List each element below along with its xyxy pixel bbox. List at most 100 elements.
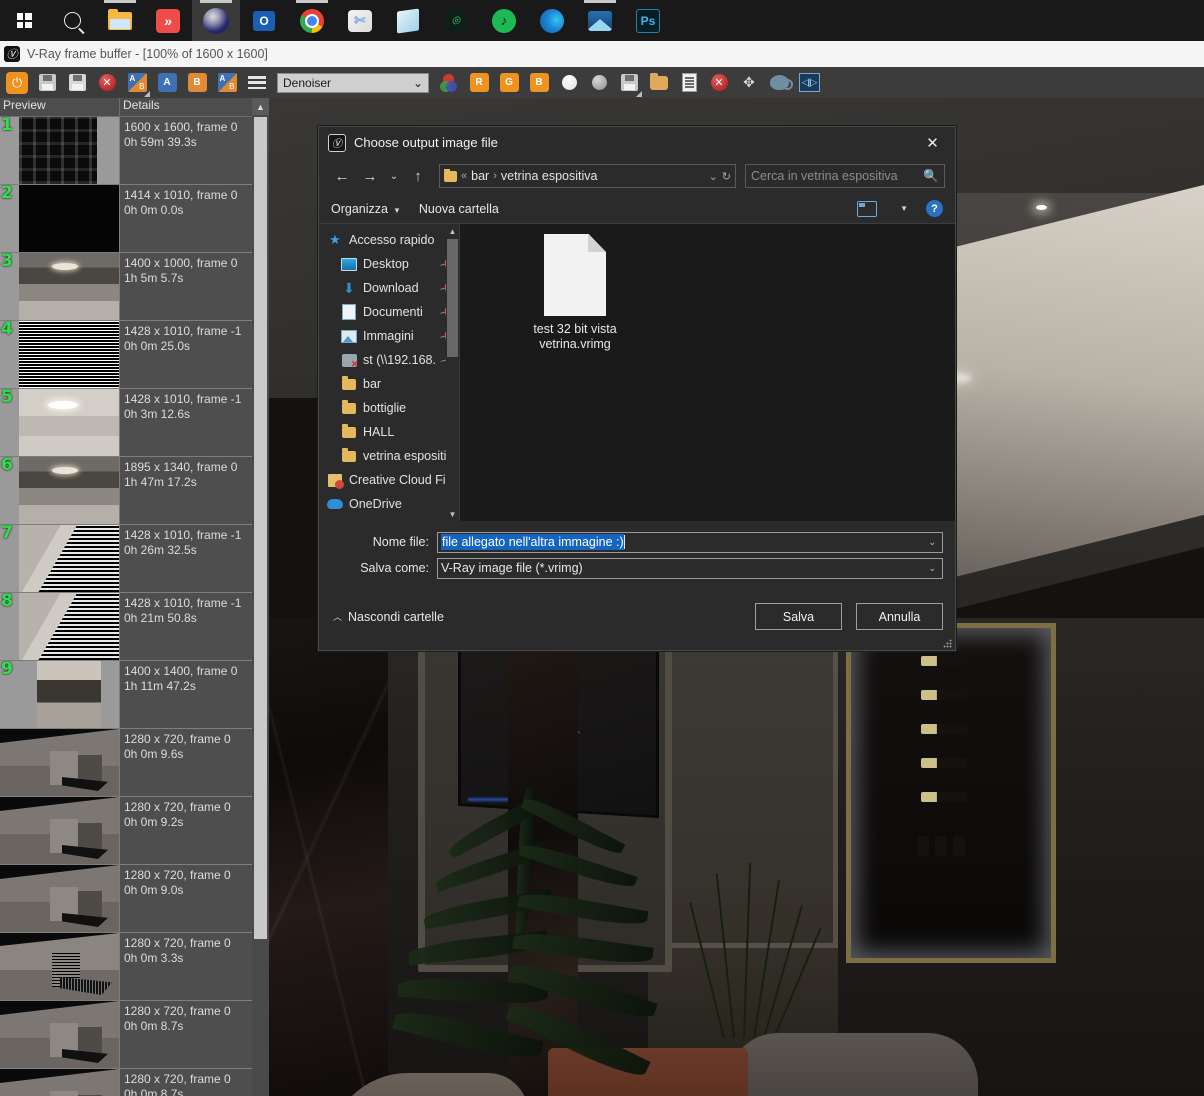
dialog-command-bar[interactable]: Organizza ▼ Nuova cartella ▼ ? xyxy=(319,194,955,223)
row-preview-thumbnail[interactable]: 3 xyxy=(0,253,120,320)
scroll-down-icon[interactable]: ▼ xyxy=(446,507,459,521)
row-preview-thumbnail[interactable] xyxy=(0,797,120,864)
tree-item-creative-cloud-fil[interactable]: Creative Cloud Fil xyxy=(319,468,459,492)
tree-item-accesso-rapido[interactable]: ★ Accesso rapido xyxy=(319,228,459,252)
chevron-down-icon[interactable]: ▼ xyxy=(900,204,908,213)
tree-item-documenti[interactable]: Documenti📌 xyxy=(319,300,459,324)
table-row[interactable]: 9 1400 x 1400, frame 0 1h 11m 47.2s xyxy=(0,661,252,729)
table-row[interactable]: 2 1414 x 1010, frame 0 0h 0m 0.0s xyxy=(0,185,252,253)
refresh-icon[interactable]: ↻ xyxy=(722,170,731,183)
vfb-alpha-white-button[interactable] xyxy=(556,70,582,96)
dialog-title-bar[interactable]: Ⓥ Choose output image file ✕ xyxy=(319,127,955,158)
list-item[interactable]: test 32 bit vista vetrina.vrimg xyxy=(520,234,630,352)
row-preview-thumbnail[interactable] xyxy=(0,729,120,796)
taskbar-cinema4d[interactable] xyxy=(192,0,240,41)
table-row[interactable]: 5 1428 x 1010, frame -1 0h 3m 12.6s xyxy=(0,389,252,457)
row-preview-thumbnail[interactable] xyxy=(0,1001,120,1068)
vfb-show-b-button[interactable]: B xyxy=(184,70,210,96)
tree-item-hall[interactable]: HALL xyxy=(319,420,459,444)
table-row[interactable]: 1280 x 720, frame 0 0h 0m 9.6s xyxy=(0,729,252,797)
vfb-green-channel-button[interactable]: G xyxy=(496,70,522,96)
taskbar-search[interactable] xyxy=(48,0,96,41)
table-row[interactable]: 1 1600 x 1600, frame 0 0h 59m 39.3s xyxy=(0,117,252,185)
hide-folders-toggle[interactable]: ︿ Nascondi cartelle xyxy=(333,610,444,624)
vfb-layer-select[interactable]: Denoiser ⌄ xyxy=(277,72,429,93)
row-preview-thumbnail[interactable]: 7 xyxy=(0,525,120,592)
vfb-save-raw-button[interactable] xyxy=(616,70,642,97)
taskbar-file-explorer[interactable] xyxy=(96,0,144,41)
vfb-render-log-button[interactable] xyxy=(676,70,702,96)
taskbar-anydesk[interactable]: » xyxy=(144,0,192,41)
row-preview-thumbnail[interactable] xyxy=(0,933,120,1000)
vfb-history-button[interactable]: ◁||▷ xyxy=(796,70,822,96)
row-preview-thumbnail[interactable]: 4 xyxy=(0,321,120,388)
tree-item-bottiglie[interactable]: bottiglie xyxy=(319,396,459,420)
tree-item-onedrive[interactable]: OneDrive xyxy=(319,492,459,516)
forward-icon[interactable]: → xyxy=(357,164,383,188)
help-icon[interactable]: ? xyxy=(926,200,943,217)
breadcrumb-item-vetrina[interactable]: vetrina espositiva xyxy=(501,169,598,183)
new-folder-button[interactable]: Nuova cartella xyxy=(419,202,499,216)
taskbar-photos[interactable] xyxy=(576,0,624,41)
taskbar-edge[interactable] xyxy=(528,0,576,41)
row-preview-thumbnail[interactable]: 6 xyxy=(0,457,120,524)
tree-item-desktop[interactable]: Desktop📌 xyxy=(319,252,459,276)
dialog-navigation-bar[interactable]: ← → ⌄ ↑ « bar › vetrina espositiva ⌄ ↻ C… xyxy=(319,158,955,194)
scrollbar-thumb[interactable] xyxy=(447,239,458,357)
vfb-menu-button[interactable] xyxy=(244,70,270,96)
vfb-show-a-button[interactable]: A xyxy=(154,70,180,96)
row-preview-thumbnail[interactable]: 8 xyxy=(0,593,120,660)
vfb-load-image-button[interactable] xyxy=(646,70,672,96)
table-row[interactable]: 7 1428 x 1010, frame -1 0h 26m 32.5s xyxy=(0,525,252,593)
vfb-blue-channel-button[interactable]: B xyxy=(526,70,552,96)
row-preview-thumbnail[interactable]: 1 xyxy=(0,117,120,184)
row-preview-thumbnail[interactable] xyxy=(0,865,120,932)
navigation-tree[interactable]: ★Accesso rapidoDesktop📌⬇Download📌Documen… xyxy=(319,224,459,521)
search-icon[interactable]: 🔍 xyxy=(923,169,939,184)
up-one-level-icon[interactable]: ↑ xyxy=(405,164,431,188)
choose-output-file-dialog[interactable]: Ⓥ Choose output image file ✕ ← → ⌄ ↑ « b… xyxy=(318,126,956,651)
tree-item-download[interactable]: ⬇Download📌 xyxy=(319,276,459,300)
filename-input[interactable]: file allegato nell'altra immagine :) ⌄ xyxy=(437,531,943,553)
savetype-select[interactable]: V-Ray image file (*.vrimg) ⌄ xyxy=(437,557,943,579)
windows-taskbar[interactable]: » O ◎ ♪ Ps xyxy=(0,0,1204,41)
organize-button[interactable]: Organizza ▼ xyxy=(331,202,401,216)
table-row[interactable]: 4 1428 x 1010, frame -1 0h 0m 25.0s xyxy=(0,321,252,389)
tree-item-vetrina-espositiv[interactable]: vetrina espositiv xyxy=(319,444,459,468)
resize-grip[interactable] xyxy=(943,639,952,648)
vfb-save-image-button[interactable] xyxy=(34,70,60,96)
vfb-history-list[interactable]: Preview Details 1 1600 x 1600, frame 0 0h … xyxy=(0,98,252,1096)
taskbar-chrome[interactable] xyxy=(288,0,336,41)
row-preview-thumbnail[interactable]: 9 xyxy=(0,661,120,728)
table-row[interactable]: 1280 x 720, frame 0 0h 0m 9.2s xyxy=(0,797,252,865)
vfb-alpha-grey-button[interactable] xyxy=(586,70,612,96)
tree-item-bar[interactable]: bar xyxy=(319,372,459,396)
table-row[interactable]: 8 1428 x 1010, frame -1 0h 21m 50.8s xyxy=(0,593,252,661)
address-breadcrumb-bar[interactable]: « bar › vetrina espositiva ⌄ ↻ xyxy=(439,164,736,188)
table-row[interactable]: 1280 x 720, frame 0 0h 0m 8.7s xyxy=(0,1069,252,1096)
vfb-rgb-channel-button[interactable] xyxy=(436,70,462,96)
taskbar-outlook[interactable]: O xyxy=(240,0,288,41)
row-preview-thumbnail[interactable]: 5 xyxy=(0,389,120,456)
cancel-button[interactable]: Annulla xyxy=(856,603,943,630)
breadcrumb-item-bar[interactable]: bar xyxy=(471,169,489,183)
vfb-save-all-button[interactable] xyxy=(64,70,90,96)
row-preview-thumbnail[interactable] xyxy=(0,1069,120,1096)
tree-scrollbar[interactable]: ▲ ▼ xyxy=(446,224,459,521)
chevron-down-icon[interactable]: ⌄ xyxy=(928,563,939,574)
search-input[interactable]: Cerca in vetrina espositiva 🔍 xyxy=(745,164,945,188)
table-row[interactable]: 3 1400 x 1000, frame 0 1h 5m 5.7s xyxy=(0,253,252,321)
vfb-history-rows[interactable]: 1 1600 x 1600, frame 0 0h 59m 39.3s 2 1414 x… xyxy=(0,117,252,1096)
start-button[interactable] xyxy=(0,0,48,41)
taskbar-onenote[interactable] xyxy=(384,0,432,41)
vfb-red-channel-button[interactable]: R xyxy=(466,70,492,96)
close-icon[interactable]: ✕ xyxy=(910,127,955,158)
table-row[interactable]: 6 1895 x 1340, frame 0 1h 47m 17.2s xyxy=(0,457,252,525)
back-icon[interactable]: ← xyxy=(329,164,355,188)
taskbar-spotify[interactable]: ♪ xyxy=(480,0,528,41)
view-layout-icon[interactable] xyxy=(857,200,878,217)
tree-item-immagini[interactable]: Immagini📌 xyxy=(319,324,459,348)
chevron-down-icon[interactable]: ⌄ xyxy=(709,170,718,183)
taskbar-snipping-tool[interactable] xyxy=(336,0,384,41)
recent-locations-icon[interactable]: ⌄ xyxy=(385,164,403,188)
